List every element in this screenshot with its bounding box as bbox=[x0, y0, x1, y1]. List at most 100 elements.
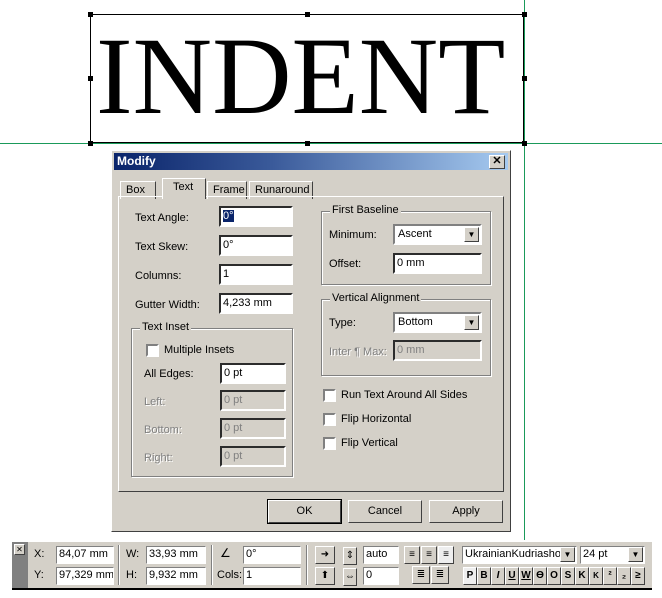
flip-vertical-checkbox[interactable] bbox=[323, 437, 336, 450]
inter-max-label: Inter ¶ Max: bbox=[329, 346, 387, 358]
tracking-stepper[interactable]: ⇔ bbox=[343, 568, 357, 586]
vertical-alignment-title: Vertical Alignment bbox=[330, 292, 422, 304]
vertical-guide[interactable] bbox=[524, 0, 525, 540]
style-word-underline[interactable]: W bbox=[519, 567, 533, 585]
canvas-text: INDENT bbox=[96, 15, 506, 137]
multiple-insets-label: Multiple Insets bbox=[164, 344, 235, 356]
palette-grip[interactable]: ✕ bbox=[12, 542, 28, 588]
y-label: Y: bbox=[34, 569, 44, 581]
run-text-around-label: Run Text Around All Sides bbox=[341, 389, 468, 401]
chevron-down-icon[interactable]: ▼ bbox=[464, 315, 479, 330]
x-input[interactable]: 84,07 mm bbox=[56, 546, 114, 564]
style-italic[interactable]: I bbox=[491, 567, 505, 585]
flip-horizontal-checkbox[interactable] bbox=[323, 413, 336, 426]
multiple-insets-checkbox[interactable] bbox=[146, 344, 159, 357]
flip-horizontal-arrow-icon[interactable]: ➜ bbox=[315, 546, 335, 564]
font-select[interactable]: UkrainianKudriasho ▼ bbox=[462, 546, 577, 564]
minimum-select[interactable]: Ascent ▼ bbox=[393, 224, 482, 245]
style-superior[interactable]: ≥ bbox=[631, 567, 645, 585]
style-shadow[interactable]: S bbox=[561, 567, 575, 585]
gutter-width-label: Gutter Width: bbox=[135, 299, 200, 311]
flip-vertical-arrow-icon[interactable]: ⬆ bbox=[315, 567, 335, 585]
text-angle-label: Text Angle: bbox=[135, 212, 189, 224]
text-skew-label: Text Skew: bbox=[135, 241, 189, 253]
close-button[interactable]: ✕ bbox=[489, 155, 505, 169]
chevron-down-icon[interactable]: ▼ bbox=[464, 227, 479, 242]
resize-handle[interactable] bbox=[305, 141, 310, 146]
resize-handle[interactable] bbox=[88, 76, 93, 81]
w-input[interactable]: 33,93 mm bbox=[146, 546, 206, 564]
size-select[interactable]: 24 pt ▼ bbox=[580, 546, 645, 564]
all-edges-input[interactable]: 0 pt bbox=[220, 363, 286, 384]
run-text-around-checkbox[interactable] bbox=[323, 389, 336, 402]
close-palette-icon[interactable]: ✕ bbox=[14, 544, 25, 555]
style-small-caps[interactable]: K bbox=[589, 567, 603, 585]
leading-input[interactable]: auto bbox=[363, 546, 399, 564]
flip-horizontal-label: Flip Horizontal bbox=[341, 413, 412, 425]
ok-button[interactable]: OK bbox=[267, 499, 342, 524]
resize-handle[interactable] bbox=[522, 76, 527, 81]
style-all-caps[interactable]: K bbox=[575, 567, 589, 585]
align-right-icon[interactable]: ≡ bbox=[438, 546, 454, 564]
h-input[interactable]: 9,932 mm bbox=[146, 567, 206, 585]
h-label: H: bbox=[126, 569, 137, 581]
first-baseline-group: First Baseline Minimum: Ascent ▼ Offset: … bbox=[321, 204, 491, 285]
align-left-icon[interactable]: ≡ bbox=[404, 546, 420, 564]
text-skew-input[interactable]: 0° bbox=[219, 235, 293, 256]
apply-button[interactable]: Apply bbox=[429, 500, 503, 523]
resize-handle[interactable] bbox=[88, 141, 93, 146]
columns-input[interactable]: 1 bbox=[219, 264, 293, 285]
text-angle-value: 0° bbox=[223, 210, 234, 222]
cols-input[interactable]: 1 bbox=[243, 567, 301, 585]
align-center-icon[interactable]: ≡ bbox=[421, 546, 437, 564]
w-label: W: bbox=[126, 548, 140, 560]
style-buttons: P B I U W Ө O S K K ² ₂ ≥ bbox=[463, 567, 645, 585]
y-input[interactable]: 97,329 mm bbox=[56, 567, 114, 585]
style-plain[interactable]: P bbox=[463, 567, 477, 585]
style-bold[interactable]: B bbox=[477, 567, 491, 585]
tracking-input[interactable]: 0 bbox=[363, 567, 399, 585]
angle-input[interactable]: 0° bbox=[243, 546, 301, 564]
text-angle-input[interactable]: 0° bbox=[219, 206, 293, 227]
separator bbox=[118, 545, 120, 585]
style-underline[interactable]: U bbox=[505, 567, 519, 585]
chevron-down-icon[interactable]: ▼ bbox=[628, 547, 643, 562]
right-input[interactable]: 0 pt bbox=[220, 446, 286, 467]
inter-max-input[interactable]: 0 mm bbox=[393, 340, 482, 361]
type-select[interactable]: Bottom ▼ bbox=[393, 312, 482, 333]
modify-dialog: Modify ✕ Box Text Frame Runaround Text A… bbox=[111, 150, 511, 532]
first-baseline-title: First Baseline bbox=[330, 204, 401, 216]
type-label: Type: bbox=[329, 317, 356, 329]
right-label: Right: bbox=[144, 452, 173, 464]
resize-handle[interactable] bbox=[522, 141, 527, 146]
resize-handle[interactable] bbox=[88, 12, 93, 17]
style-superscript[interactable]: ² bbox=[603, 567, 617, 585]
horizontal-guide[interactable] bbox=[0, 143, 662, 144]
offset-input[interactable]: 0 mm bbox=[393, 253, 482, 274]
leading-stepper[interactable]: ⇕ bbox=[343, 547, 357, 565]
text-inset-group: Text Inset Multiple Insets All Edges: 0 … bbox=[131, 321, 293, 477]
force-justify-icon[interactable]: ≣ bbox=[431, 566, 449, 584]
resize-handle[interactable] bbox=[522, 12, 527, 17]
text-inset-title: Text Inset bbox=[140, 321, 192, 333]
flip-vertical-label: Flip Vertical bbox=[341, 437, 398, 449]
separator bbox=[306, 545, 308, 585]
tab-text[interactable]: Text bbox=[162, 178, 206, 199]
bottom-label: Bottom: bbox=[144, 424, 182, 436]
dialog-title-bar[interactable]: Modify ✕ bbox=[114, 153, 508, 170]
tab-panel: Text Angle: 0° Text Skew: 0° Columns: 1 … bbox=[118, 196, 504, 492]
font-value: UkrainianKudriasho bbox=[465, 548, 561, 560]
style-strikethrough[interactable]: Ө bbox=[533, 567, 547, 585]
left-input[interactable]: 0 pt bbox=[220, 390, 286, 411]
columns-label: Columns: bbox=[135, 270, 182, 282]
x-label: X: bbox=[34, 548, 45, 560]
cancel-button[interactable]: Cancel bbox=[348, 500, 422, 523]
gutter-width-input[interactable]: 4,233 mm bbox=[219, 293, 293, 314]
minimum-value: Ascent bbox=[398, 228, 432, 240]
bottom-input[interactable]: 0 pt bbox=[220, 418, 286, 439]
separator bbox=[211, 545, 213, 585]
style-outline[interactable]: O bbox=[547, 567, 561, 585]
chevron-down-icon[interactable]: ▼ bbox=[560, 547, 575, 562]
justify-icon[interactable]: ≣ bbox=[412, 566, 430, 584]
style-subscript[interactable]: ₂ bbox=[617, 567, 631, 585]
